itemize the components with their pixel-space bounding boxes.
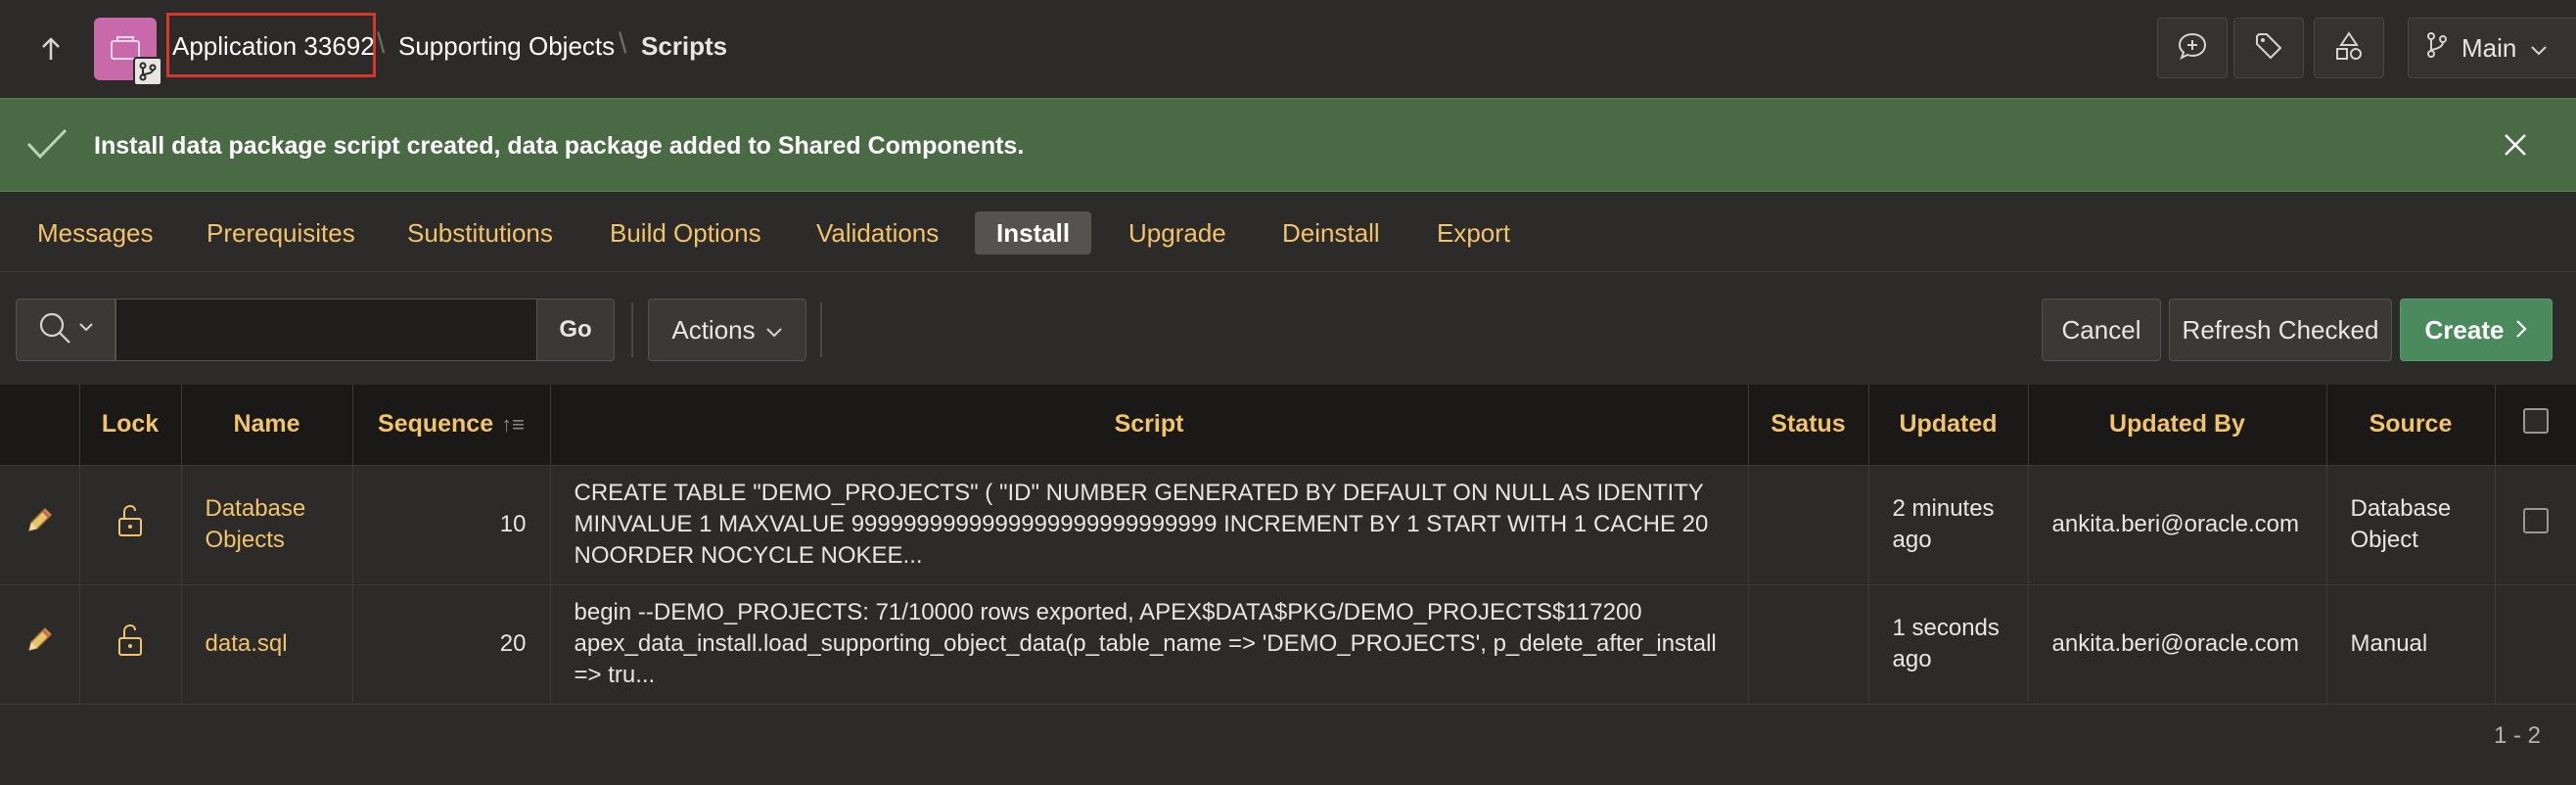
refresh-checked-button[interactable]: Refresh Checked [2169,299,2392,361]
unlocked-icon[interactable] [114,504,147,544]
add-comment-button[interactable] [2157,18,2228,78]
column-header-script[interactable]: Script [550,385,1749,466]
column-header-edit [0,385,80,466]
breadcrumb-scripts: Scripts [641,31,728,61]
select-all-checkbox[interactable] [2522,408,2549,435]
updated-by-cell: ankita.beri@oracle.com [2028,465,2327,585]
branch-label: Main [2461,32,2517,63]
branch-icon [2426,31,2448,66]
script-name-link[interactable]: Database Objects [181,465,353,585]
chevron-right-icon [2515,315,2528,346]
sequence-cell: 10 [352,465,551,585]
tab-validations[interactable]: Validations [795,211,960,254]
tab-deinstall[interactable]: Deinstall [1261,211,1402,254]
app-header: Application 33692 \ Supporting Objects \… [0,0,2576,98]
status-cell [1748,584,1869,705]
table-row: Database Objects 10 CREATE TABLE "DEMO_P… [0,465,2576,585]
app-icon[interactable] [94,18,162,86]
tab-substitutions[interactable]: Substitutions [386,211,575,254]
actions-label: Actions [671,314,756,345]
tab-build-options[interactable]: Build Options [588,211,783,254]
sort-ascending-icon: ↑≡ [501,412,525,438]
row-select-cell [2495,584,2576,705]
column-header-lock[interactable]: Lock [79,385,182,466]
row-select-cell [2495,465,2576,585]
pagination-info: 1 - 2 [2494,722,2542,749]
pencil-icon[interactable] [23,507,55,542]
go-button[interactable]: Go [536,299,615,361]
column-header-source[interactable]: Source [2326,385,2496,466]
row-checkbox[interactable] [2522,507,2549,533]
updated-cell: 1 seconds ago [1868,584,2029,705]
tag-icon [2253,30,2284,67]
script-name-link[interactable]: data.sql [181,584,353,705]
chevron-down-icon [78,321,94,339]
add-comment-icon [2177,31,2208,66]
breadcrumb-separator: \ [619,27,627,60]
column-header-sequence[interactable]: Sequence ↑≡ [352,385,551,466]
tab-upgrade[interactable]: Upgrade [1107,211,1248,254]
branch-badge-icon [133,57,162,86]
source-cell: Manual [2326,584,2496,705]
edit-cell [0,465,80,585]
branch-menu-button[interactable]: Main [2408,18,2576,78]
script-cell: begin --DEMO_PROJECTS: 71/10000 rows exp… [550,584,1749,705]
breadcrumb-supporting-objects[interactable]: Supporting Objects [398,31,615,62]
tab-export[interactable]: Export [1415,211,1532,254]
tag-button[interactable] [2233,18,2304,78]
sequence-header-label: Sequence [378,410,494,439]
breadcrumb-separator: \ [377,27,386,60]
column-header-name[interactable]: Name [181,385,353,466]
updated-by-cell: ankita.beri@oracle.com [2028,584,2327,705]
shapes-icon [2333,30,2365,67]
search-input[interactable] [115,299,538,361]
unlocked-icon[interactable] [114,623,147,664]
chevron-down-icon [2530,33,2548,64]
chevron-down-icon [765,315,783,346]
breadcrumb-application[interactable]: Application 33692 [172,31,375,62]
updated-cell: 2 minutes ago [1868,465,2029,585]
script-cell: CREATE TABLE "DEMO_PROJECTS" ( "ID" NUMB… [550,465,1749,585]
column-header-select-all [2495,385,2576,466]
create-button[interactable]: Create [2400,299,2553,361]
up-arrow-icon[interactable] [29,27,72,70]
tab-prerequisites[interactable]: Prerequisites [185,211,377,254]
search-icon [37,310,72,350]
success-banner: Install data package script created, dat… [0,98,2576,192]
actions-menu-button[interactable]: Actions [648,299,806,361]
table-row: data.sql 20 begin --DEMO_PROJECTS: 71/10… [0,584,2576,705]
tab-messages[interactable]: Messages [16,211,175,254]
column-header-updated[interactable]: Updated [1868,385,2029,466]
pencil-icon[interactable] [23,626,55,662]
status-cell [1748,465,1869,585]
column-header-updated-by[interactable]: Updated By [2028,385,2327,466]
column-header-status[interactable]: Status [1748,385,1869,466]
report-toolbar: Go Actions Cancel Refresh Checked Create [0,273,2576,385]
supporting-objects-tabs: Messages Prerequisites Substitutions Bui… [0,192,2576,272]
scripts-report: Lock Name Sequence ↑≡ Script Status Updat… [0,385,2576,705]
toolbar-divider [820,302,822,357]
create-label: Create [2424,314,2505,345]
cancel-button[interactable]: Cancel [2042,299,2161,361]
source-cell: Database Object [2326,465,2496,585]
checkmark-icon [25,126,69,166]
lock-cell [79,584,182,705]
lock-cell [79,465,182,585]
shapes-button[interactable] [2314,18,2384,78]
close-icon[interactable] [2501,130,2530,164]
tab-install[interactable]: Install [975,211,1092,254]
table-header-row: Lock Name Sequence ↑≡ Script Status Updat… [0,385,2576,466]
toolbar-divider [631,302,633,357]
search-column-menu[interactable] [16,299,115,361]
sequence-cell: 20 [352,584,551,705]
success-message: Install data package script created, dat… [94,132,1025,160]
edit-cell [0,584,80,705]
